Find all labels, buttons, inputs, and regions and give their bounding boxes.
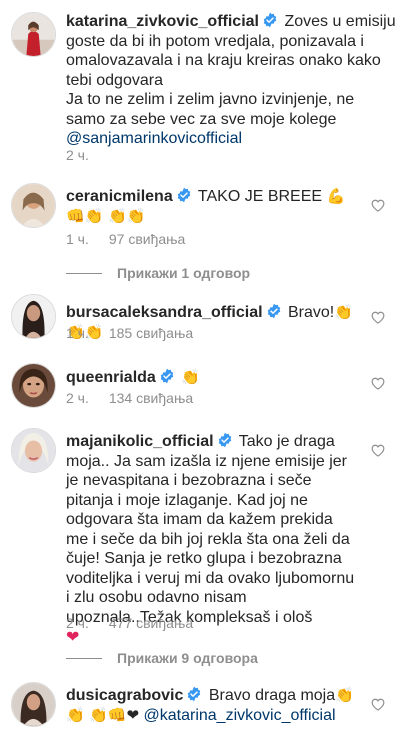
comment-time: 2 ч. bbox=[66, 390, 89, 406]
verified-icon bbox=[217, 432, 233, 448]
view-replies-label: Прикажи 9 одговора bbox=[117, 650, 258, 666]
comment-item: bursacaleksandra_official Bravo!👏👏👏 1 ч.… bbox=[0, 290, 405, 360]
like-heart-icon[interactable] bbox=[371, 311, 385, 324]
verified-icon bbox=[262, 12, 278, 28]
caption-line1: Zoves u emisiju bbox=[284, 13, 396, 30]
comment-time: 1 ч. bbox=[66, 325, 89, 341]
comment-text: dusicagrabovic Bravo draga moja👏👏 👏👊❤ @k… bbox=[66, 686, 356, 725]
comment-text: queenrialda 👏 bbox=[66, 368, 356, 388]
view-replies-label: Прикажи 1 одговор bbox=[117, 265, 251, 281]
comment-body: Bravo! bbox=[288, 304, 335, 321]
like-heart-icon[interactable] bbox=[371, 698, 385, 711]
comment-likes[interactable]: 185 свиђања bbox=[109, 325, 193, 341]
caption-mention[interactable]: @sanjamarinkovicofficial bbox=[66, 130, 242, 147]
comment-meta: 1 ч. 185 свиђања bbox=[66, 325, 193, 341]
comment-username[interactable]: queenrialda bbox=[66, 369, 156, 386]
avatar[interactable] bbox=[11, 12, 56, 57]
comment-item: ceranicmilena TAKO JE BREEE 💪👊👏 👏👏 1 ч. … bbox=[0, 175, 405, 295]
verified-icon bbox=[266, 303, 282, 319]
replies-divider bbox=[66, 657, 102, 659]
comment-emoji-2: 👏👊❤ bbox=[89, 705, 140, 724]
caption-text: katarina_zivkovic_official Zoves u emisi… bbox=[66, 12, 396, 149]
like-heart-icon[interactable] bbox=[371, 444, 385, 457]
comment-username[interactable]: ceranicmilena bbox=[66, 188, 173, 205]
comment-time: 1 ч. bbox=[66, 231, 89, 247]
comment-meta: 2 ч. 134 свиђања bbox=[66, 390, 193, 406]
caption-meta: 2 ч. bbox=[66, 147, 89, 163]
comment-item: queenrialda 👏 2 ч. 134 свиђања bbox=[0, 357, 405, 423]
comment-body: Bravo draga moja bbox=[208, 687, 336, 704]
caption-body-2: Ja to ne zelim i zelim javno izvinjenje,… bbox=[66, 91, 355, 128]
avatar[interactable] bbox=[11, 682, 56, 727]
comment-body: Tako je draga moja.. Ja sam izašla iz nj… bbox=[66, 433, 355, 626]
comment-username[interactable]: bursacaleksandra_official bbox=[66, 304, 263, 321]
caption-username[interactable]: katarina_zivkovic_official bbox=[66, 13, 259, 30]
comment-item: majanikolic_official Tako je draga moja.… bbox=[0, 420, 405, 675]
comment-username[interactable]: dusicagrabovic bbox=[66, 687, 183, 704]
comment-likes[interactable]: 477 свиђања bbox=[109, 615, 193, 631]
caption-time: 2 ч. bbox=[66, 147, 89, 163]
avatar[interactable] bbox=[11, 294, 56, 339]
caption-body: goste da bi ih potom vredjala, ponizaval… bbox=[66, 32, 381, 89]
comment-username[interactable]: majanikolic_official bbox=[66, 433, 214, 450]
comment-emoji: 👏 bbox=[181, 368, 200, 386]
like-heart-icon[interactable] bbox=[371, 377, 385, 390]
avatar[interactable] bbox=[11, 428, 56, 473]
verified-icon bbox=[159, 368, 175, 384]
avatar[interactable] bbox=[11, 363, 56, 408]
comment-text: ceranicmilena TAKO JE BREEE 💪👊👏 👏👏 bbox=[66, 187, 356, 226]
comment-meta: 1 ч. 97 свиђања bbox=[66, 231, 185, 247]
comment-item: dusicagrabovic Bravo draga moja👏👏 👏👊❤ @k… bbox=[0, 672, 405, 731]
comment-body: TAKO JE BREEE bbox=[197, 188, 323, 205]
comment-mention[interactable]: @katarina_zivkovic_official bbox=[144, 707, 336, 724]
verified-icon bbox=[186, 686, 202, 702]
post-caption: katarina_zivkovic_official Zoves u emisi… bbox=[0, 0, 405, 175]
view-replies-button[interactable]: Прикажи 9 одговора bbox=[66, 648, 258, 668]
like-heart-icon[interactable] bbox=[371, 199, 385, 212]
verified-icon bbox=[176, 187, 192, 203]
comment-likes[interactable]: 97 свиђања bbox=[109, 231, 185, 247]
avatar[interactable] bbox=[11, 183, 56, 228]
comment-likes[interactable]: 134 свиђања bbox=[109, 390, 193, 406]
comment-time: 2 ч. bbox=[66, 615, 89, 631]
replies-divider bbox=[66, 272, 102, 274]
comment-meta: 2 ч. 477 свиђања bbox=[66, 615, 193, 631]
view-replies-button[interactable]: Прикажи 1 одговор bbox=[66, 263, 250, 283]
